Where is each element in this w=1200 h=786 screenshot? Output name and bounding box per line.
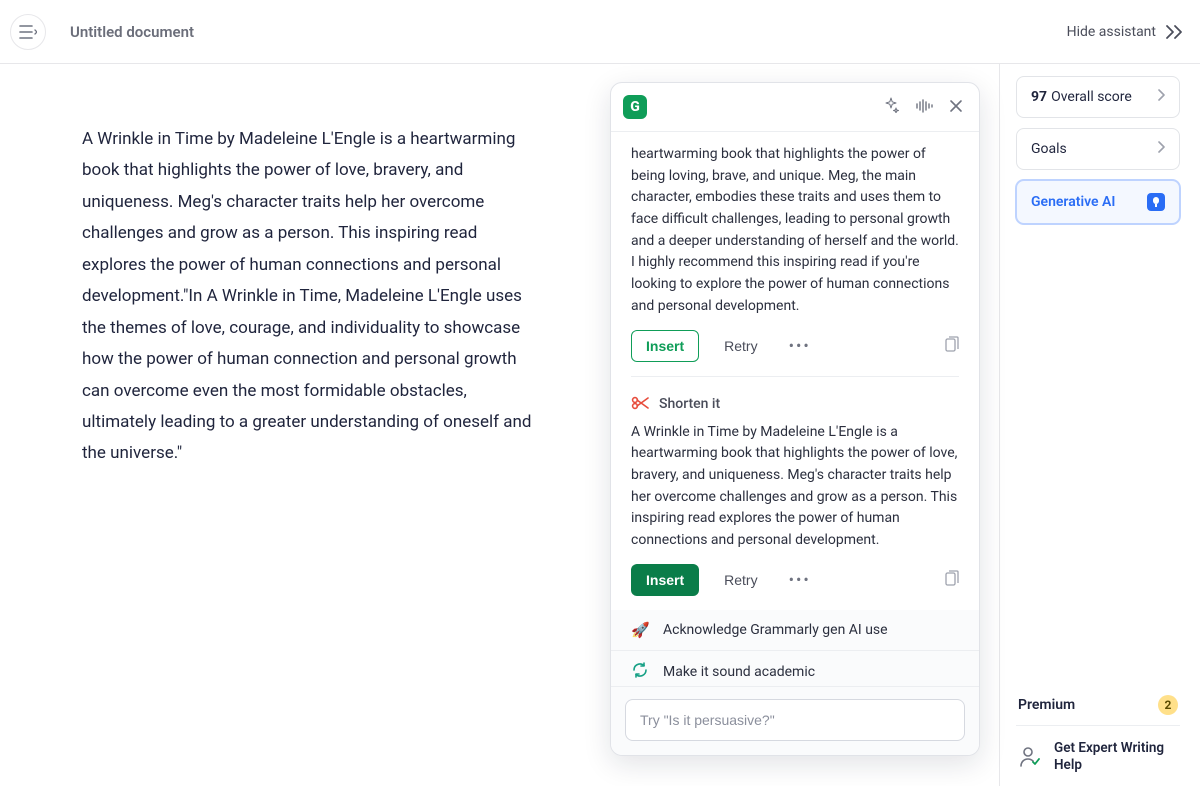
suggestion-actions: Insert Retry ••• [631, 564, 959, 596]
prompt-input[interactable] [625, 699, 965, 741]
genai-badge-icon [1147, 193, 1165, 211]
voice-icon[interactable] [911, 94, 937, 121]
shorten-icon [631, 395, 649, 414]
expert-help-row[interactable]: Get Expert Writing Help [1016, 725, 1180, 774]
option-label: Acknowledge Grammarly gen AI use [663, 622, 888, 638]
premium-row[interactable]: Premium 2 [1016, 685, 1180, 725]
expert-label: Get Expert Writing Help [1054, 740, 1178, 774]
editor-pane[interactable]: A Wrinkle in Time by Madeleine L'Engle i… [0, 64, 595, 786]
retry-button[interactable]: Retry [709, 564, 772, 596]
chevron-right-icon [1157, 89, 1165, 105]
panel-header: G [611, 83, 979, 132]
more-actions-icon[interactable]: ••• [783, 330, 817, 361]
sidebar: 97Overall score Goals Generative AI Prem… [1000, 64, 1200, 786]
document-title[interactable]: Untitled document [70, 23, 194, 41]
menu-icon [19, 25, 37, 39]
chevron-right-icon [1157, 141, 1165, 157]
suggestion-actions: Insert Retry ••• [631, 330, 959, 362]
divider [631, 376, 959, 377]
quick-options: 🚀 Acknowledge Grammarly gen AI use Make … [611, 610, 979, 686]
goals-card[interactable]: Goals [1016, 128, 1180, 170]
suggestion-text: A Wrinkle in Time by Madeleine L'Engle i… [631, 422, 959, 552]
premium-label: Premium [1018, 697, 1075, 713]
grammarly-logo: G [623, 95, 647, 119]
document-body-text: A Wrinkle in Time by Madeleine L'Engle i… [82, 129, 532, 463]
score-text: 97Overall score [1031, 89, 1132, 105]
rocket-icon: 🚀 [631, 621, 649, 639]
sparkle-icon[interactable] [879, 93, 903, 121]
suggestion-title-label: Shorten it [659, 396, 720, 412]
suggestion-title: Shorten it [631, 395, 959, 414]
assistant-panel: G heartwarming book that highlights the … [610, 82, 980, 756]
more-actions-icon[interactable]: ••• [783, 564, 817, 595]
expert-icon [1018, 745, 1042, 769]
retry-button[interactable]: Retry [709, 330, 772, 362]
option-label: Make it sound academic [663, 664, 815, 680]
app-header: Untitled document Hide assistant [0, 0, 1200, 64]
suggestion-block-1: heartwarming book that highlights the po… [611, 136, 979, 366]
insert-button[interactable]: Insert [631, 564, 699, 596]
option-acknowledge[interactable]: 🚀 Acknowledge Grammarly gen AI use [611, 610, 979, 650]
hide-assistant-button[interactable]: Hide assistant [1067, 24, 1184, 40]
panel-body: heartwarming book that highlights the po… [611, 132, 979, 686]
suggestion-text: heartwarming book that highlights the po… [631, 144, 959, 318]
assistant-pane: G heartwarming book that highlights the … [595, 64, 1000, 786]
chevrons-right-icon [1164, 24, 1184, 40]
hide-assistant-label: Hide assistant [1067, 24, 1156, 40]
suggestion-block-2: Shorten it A Wrinkle in Time by Madelein… [611, 387, 979, 600]
close-icon[interactable] [945, 94, 967, 121]
copy-icon[interactable] [945, 570, 959, 590]
copy-icon[interactable] [945, 336, 959, 356]
goals-label: Goals [1031, 141, 1067, 157]
generative-ai-card[interactable]: Generative AI [1016, 180, 1180, 224]
overall-score-card[interactable]: 97Overall score [1016, 76, 1180, 118]
panel-footer [611, 686, 979, 755]
refresh-icon [631, 662, 649, 682]
insert-button[interactable]: Insert [631, 330, 699, 362]
option-academic[interactable]: Make it sound academic [611, 650, 979, 686]
main-area: A Wrinkle in Time by Madeleine L'Engle i… [0, 64, 1200, 786]
premium-count-badge: 2 [1158, 695, 1178, 715]
genai-label: Generative AI [1031, 194, 1115, 210]
score-label: Overall score [1051, 89, 1132, 105]
menu-button[interactable] [10, 14, 46, 50]
score-number: 97 [1031, 89, 1047, 105]
